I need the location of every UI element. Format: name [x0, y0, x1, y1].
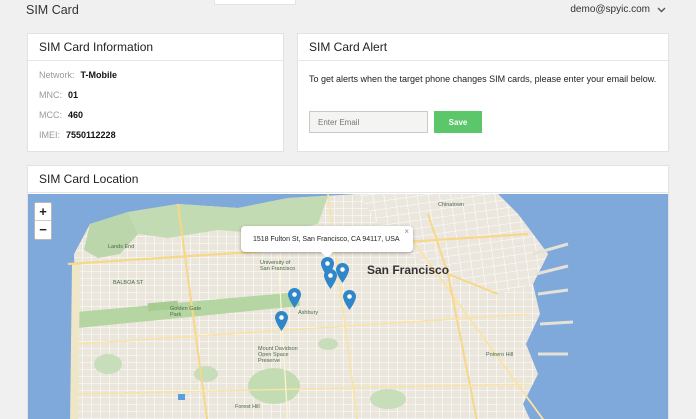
sim-info-title: SIM Card Information: [28, 34, 283, 61]
place-label: Ashbury: [298, 310, 319, 316]
info-row-network: Network: T-Mobile: [39, 70, 117, 80]
city-label: San Francisco: [367, 263, 450, 277]
info-row-mcc: MCC: 460: [39, 110, 83, 120]
place-label: Potrero Hill: [486, 352, 514, 358]
location-popup: 1518 Fulton St, San Francisco, CA 94117,…: [241, 226, 413, 258]
info-value: 01: [68, 90, 79, 100]
place-label: Lands End: [108, 244, 135, 250]
zoom-out-button[interactable]: −: [35, 221, 51, 239]
chevron-down-icon: [657, 7, 666, 12]
zoom-control: + −: [34, 202, 52, 240]
location-pin-icon[interactable]: [336, 263, 349, 283]
email-field[interactable]: [309, 111, 428, 133]
save-button[interactable]: Save: [434, 111, 482, 133]
place-label: Forest Hill: [235, 404, 260, 410]
user-menu[interactable]: demo@spyic.com: [570, 4, 666, 15]
popup-address: 1518 Fulton St, San Francisco, CA 94117,…: [253, 236, 400, 243]
sim-location-title: SIM Card Location: [28, 166, 668, 193]
info-label: Network:: [39, 70, 75, 80]
map[interactable]: Lands End BALBOA ST Golden Gate Park Uni…: [28, 194, 668, 419]
info-label: IMEI:: [39, 130, 61, 140]
location-pin-icon[interactable]: [343, 290, 356, 310]
info-row-mnc: MNC: 01: [39, 90, 78, 100]
location-pin-icon[interactable]: [324, 269, 337, 289]
sim-location-panel: SIM Card Location Lands End BALBOA ST Go…: [27, 165, 669, 419]
place-label: Chinatown: [438, 202, 464, 208]
location-pin-icon[interactable]: [288, 288, 301, 308]
sim-alert-title: SIM Card Alert: [298, 34, 668, 61]
top-bar: SIM Card demo@spyic.com: [0, 0, 696, 24]
page-title: SIM Card: [26, 3, 79, 17]
location-pin-icon[interactable]: [275, 311, 288, 331]
place-label: Golden Gate Park: [170, 306, 202, 318]
sim-info-panel: SIM Card Information Network: T-Mobile MN…: [27, 33, 284, 152]
place-label: University of San Francisco: [260, 260, 296, 272]
info-value: 460: [68, 110, 84, 120]
info-row-imei: IMEI: 7550112228: [39, 130, 116, 140]
sim-alert-panel: SIM Card Alert To get alerts when the ta…: [297, 33, 669, 152]
info-value: 7550112228: [66, 130, 116, 140]
place-label: Mount Davidson Open Space Preserve: [258, 346, 298, 364]
place-label: BALBOA ST: [113, 280, 144, 286]
popup-close-button[interactable]: ×: [404, 227, 409, 236]
top-tab[interactable]: [214, 0, 296, 5]
alert-description: To get alerts when the target phone chan…: [309, 74, 657, 84]
zoom-in-button[interactable]: +: [35, 203, 51, 221]
user-email: demo@spyic.com: [570, 4, 650, 15]
info-label: MNC:: [39, 90, 62, 100]
info-value: T-Mobile: [80, 70, 118, 80]
info-label: MCC:: [39, 110, 62, 120]
